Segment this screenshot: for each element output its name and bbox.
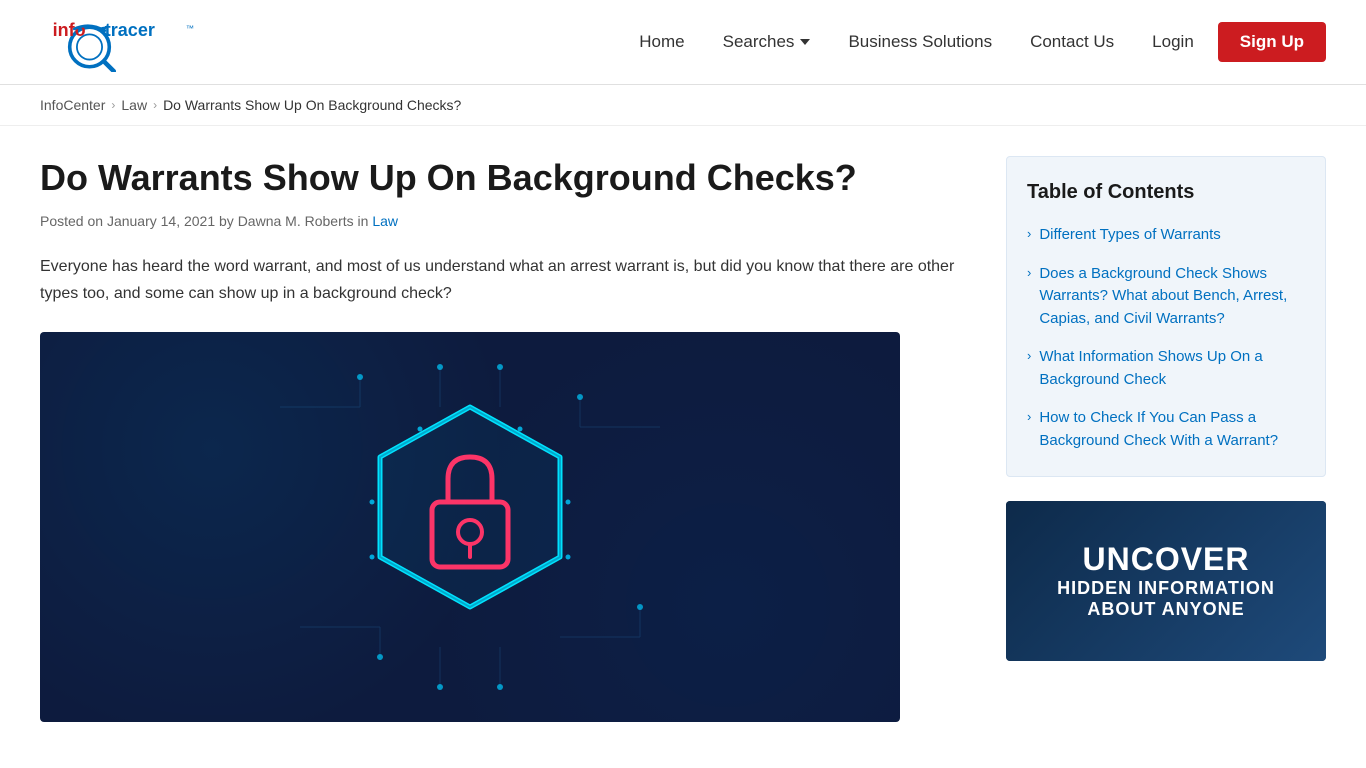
chevron-down-icon: [800, 39, 810, 45]
svg-text:tracer: tracer: [105, 20, 155, 40]
chevron-right-icon: ›: [1027, 348, 1031, 363]
article-title: Do Warrants Show Up On Background Checks…: [40, 156, 966, 199]
main-nav: Home Searches Business Solutions Contact…: [625, 22, 1326, 62]
toc-box: Table of Contents › Different Types of Wa…: [1006, 156, 1326, 477]
breadcrumb-current: Do Warrants Show Up On Background Checks…: [163, 97, 461, 113]
toc-item: › What Information Shows Up On a Backgrou…: [1027, 346, 1305, 391]
toc-item: › Does a Background Check Shows Warrants?…: [1027, 263, 1305, 331]
breadcrumb-law[interactable]: Law: [121, 97, 147, 113]
main-container: Do Warrants Show Up On Background Checks…: [0, 126, 1366, 752]
article-intro: Everyone has heard the word warrant, and…: [40, 253, 966, 307]
breadcrumb-sep-2: ›: [153, 98, 157, 112]
promo-hidden: HIDDEN INFORMATION: [1057, 578, 1275, 599]
toc-item: › Different Types of Warrants: [1027, 224, 1305, 247]
sidebar: Table of Contents › Different Types of Wa…: [1006, 156, 1326, 722]
site-header: info tracer ™ Home Searches Business Sol…: [0, 0, 1366, 85]
nav-signup[interactable]: Sign Up: [1218, 22, 1326, 62]
nav-contact-us[interactable]: Contact Us: [1016, 24, 1128, 60]
chevron-right-icon: ›: [1027, 265, 1031, 280]
toc-list: › Different Types of Warrants › Does a Back…: [1027, 224, 1305, 452]
article-hero-image: [40, 332, 900, 722]
svg-text:™: ™: [186, 24, 194, 33]
toc-link[interactable]: What Information Shows Up On a Backgroun…: [1039, 346, 1305, 391]
promo-text: UNCOVER HIDDEN INFORMATION ABOUT ANYONE: [1037, 522, 1295, 639]
nav-business-solutions[interactable]: Business Solutions: [834, 24, 1006, 60]
toc-link[interactable]: Does a Background Check Shows Warrants? …: [1039, 263, 1305, 331]
toc-title: Table of Contents: [1027, 181, 1305, 204]
nav-searches[interactable]: Searches: [709, 24, 825, 60]
article-meta-law-link[interactable]: Law: [372, 213, 398, 229]
promo-uncover: UNCOVER: [1057, 542, 1275, 577]
toc-item: › How to Check If You Can Pass a Backgrou…: [1027, 407, 1305, 452]
toc-link[interactable]: How to Check If You Can Pass a Backgroun…: [1039, 407, 1305, 452]
nav-login[interactable]: Login: [1138, 24, 1208, 60]
logo[interactable]: info tracer ™: [40, 12, 220, 72]
promo-about: ABOUT ANYONE: [1057, 599, 1275, 620]
breadcrumb-infocenter[interactable]: InfoCenter: [40, 97, 105, 113]
article-area: Do Warrants Show Up On Background Checks…: [40, 156, 966, 722]
chevron-right-icon: ›: [1027, 226, 1031, 241]
article-meta: Posted on January 14, 2021 by Dawna M. R…: [40, 213, 966, 229]
toc-link[interactable]: Different Types of Warrants: [1039, 224, 1220, 247]
promo-box[interactable]: UNCOVER HIDDEN INFORMATION ABOUT ANYONE: [1006, 501, 1326, 661]
nav-home[interactable]: Home: [625, 24, 698, 60]
breadcrumb-sep-1: ›: [111, 98, 115, 112]
chevron-right-icon: ›: [1027, 409, 1031, 424]
breadcrumb: InfoCenter › Law › Do Warrants Show Up O…: [0, 85, 1366, 126]
svg-text:info: info: [53, 20, 86, 40]
